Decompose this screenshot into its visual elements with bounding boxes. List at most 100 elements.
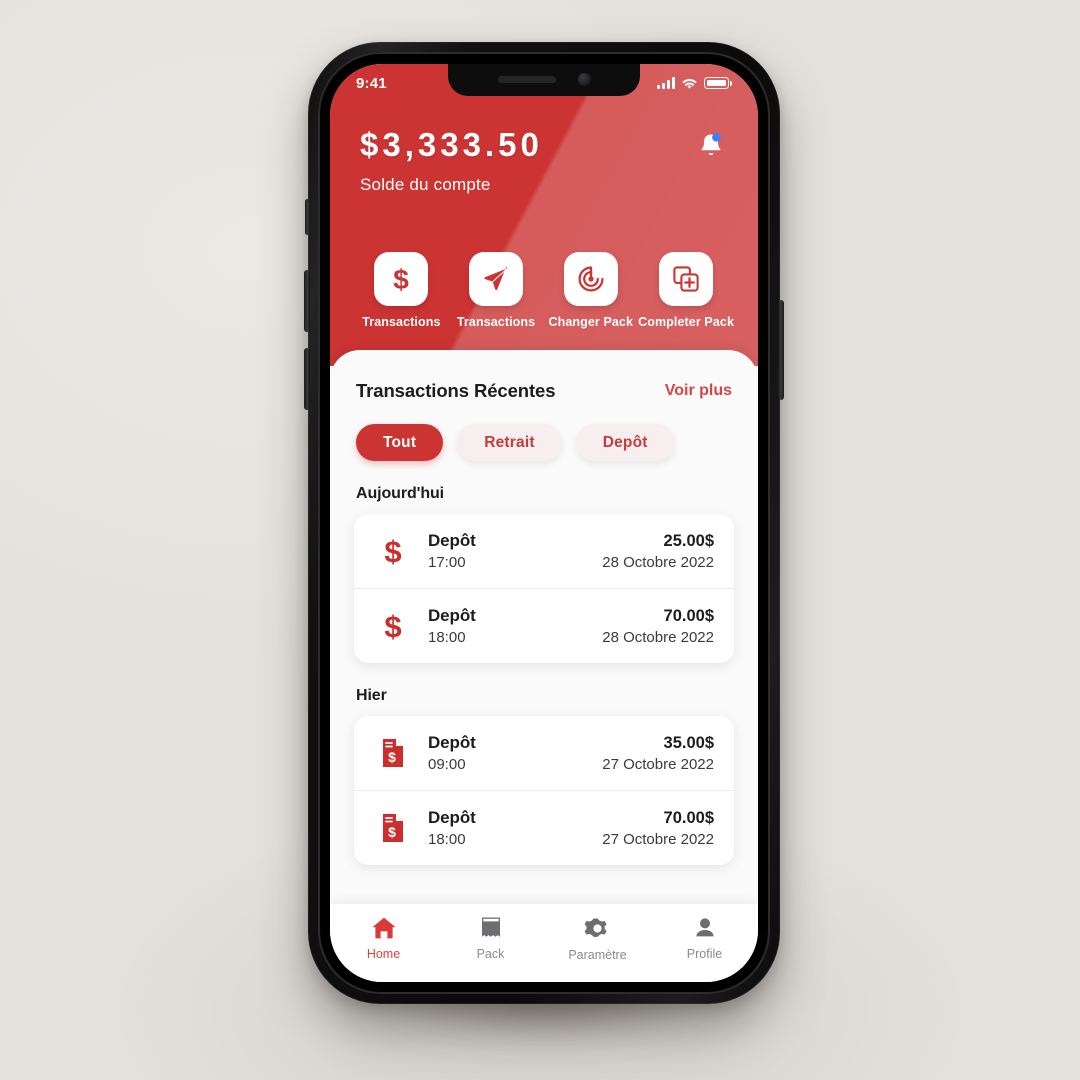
tx-time: 09:00 xyxy=(428,756,466,773)
tx-icon: $ xyxy=(376,737,410,769)
gear-icon xyxy=(585,918,607,937)
action-tile xyxy=(563,252,618,306)
see-more-link[interactable]: Voir plus xyxy=(665,382,732,400)
battery-full-icon xyxy=(704,77,732,89)
table-row[interactable]: $ Depôt 17:00 25.00$ 28 Octobre 2022 xyxy=(354,514,734,588)
tx-main: Depôt 18:00 xyxy=(428,808,584,848)
target-refresh-icon xyxy=(578,266,604,292)
action-completer-pack[interactable]: Completer Pack xyxy=(638,252,734,329)
dollar-icon: $ xyxy=(394,264,410,294)
tx-title: Depôt xyxy=(428,606,476,625)
action-label: Transactions xyxy=(456,315,536,329)
tab-label: Home xyxy=(366,947,401,961)
status-bar-icons xyxy=(657,73,732,90)
action-changer-pack[interactable]: Changer Pack xyxy=(543,252,638,329)
tab-parametre[interactable]: Paramètre xyxy=(556,916,640,962)
tx-title: Depôt xyxy=(428,733,476,752)
phone-power-button[interactable] xyxy=(778,300,784,400)
tx-main: Depôt 09:00 xyxy=(428,733,584,773)
send-icon xyxy=(484,266,508,291)
phone-volume-up-button[interactable] xyxy=(304,270,310,332)
svg-text:$: $ xyxy=(388,824,396,840)
filter-chips: Tout Retrait Depôt xyxy=(330,402,758,461)
tab-label: Paramètre xyxy=(568,948,627,962)
phone-notch xyxy=(448,64,640,96)
earpiece-speaker xyxy=(497,76,556,83)
account-header: 9:41 $3,333.50 Solde du compte $ Transac… xyxy=(330,64,758,366)
action-label: Transactions xyxy=(362,315,441,329)
tx-icon: $ xyxy=(376,534,410,568)
front-camera xyxy=(577,73,591,86)
balance-amount: $3,333.50 xyxy=(360,126,543,163)
filter-chip-retrait[interactable]: Retrait xyxy=(457,424,562,461)
svg-text:$: $ xyxy=(388,749,396,765)
tx-main: Depôt 17:00 xyxy=(428,531,584,571)
tx-meta: 70.00$ 28 Octobre 2022 xyxy=(602,607,714,646)
action-transactions-send[interactable]: Transactions xyxy=(449,252,544,329)
action-tile: $ xyxy=(374,252,429,306)
tx-amount: 70.00$ xyxy=(663,606,714,625)
tx-time: 17:00 xyxy=(428,554,466,571)
status-bar-clock: 9:41 xyxy=(356,74,387,92)
filter-chip-depot[interactable]: Depôt xyxy=(575,424,675,461)
tx-meta: 25.00$ 28 Octobre 2022 xyxy=(602,532,714,571)
tab-profile[interactable]: Profile xyxy=(663,916,747,961)
action-tile xyxy=(659,252,714,306)
svg-text:$: $ xyxy=(384,609,401,643)
tab-pack[interactable]: Pack xyxy=(449,916,533,961)
tx-meta: 35.00$ 27 Octobre 2022 xyxy=(602,734,714,773)
home-icon xyxy=(371,917,396,939)
phone-volume-down-button[interactable] xyxy=(304,348,310,410)
tx-date: 27 Octobre 2022 xyxy=(602,755,714,773)
tx-meta: 70.00$ 27 Octobre 2022 xyxy=(602,809,714,848)
bell-icon xyxy=(701,133,721,156)
invoice-dollar-icon: $ xyxy=(383,739,403,767)
transactions-sheet: Transactions Récentes Voir plus Tout Ret… xyxy=(330,350,758,982)
add-layers-icon xyxy=(673,266,699,292)
table-row[interactable]: $ Depôt 18:00 70.00$ 28 Octobre 2022 xyxy=(354,588,734,663)
bottom-navigation: Home Pack Paramètre Profile xyxy=(330,904,758,982)
balance-row: $3,333.50 Solde du compte xyxy=(330,126,758,195)
dollar-sign-icon: $ xyxy=(384,534,401,568)
invoice-dollar-icon: $ xyxy=(383,814,403,842)
group-label-yesterday: Hier xyxy=(356,687,387,704)
table-row[interactable]: $ Depôt 09:00 35.00$ 27 Octobre 2022 xyxy=(354,716,734,790)
tx-date: 27 Octobre 2022 xyxy=(602,830,714,848)
filter-chip-tout[interactable]: Tout xyxy=(356,424,444,461)
phone-screen: 9:41 $3,333.50 Solde du compte $ Transac… xyxy=(330,64,758,982)
svg-text:$: $ xyxy=(394,264,410,294)
tab-label: Pack xyxy=(476,947,505,961)
signal-bars-icon xyxy=(657,77,675,89)
transactions-header: Transactions Récentes Voir plus xyxy=(330,350,758,402)
transaction-card-yesterday: $ Depôt 09:00 35.00$ 27 Octobre 2022 $ D… xyxy=(354,716,734,865)
dollar-sign-icon: $ xyxy=(384,609,401,643)
tx-time: 18:00 xyxy=(428,831,466,848)
action-tile xyxy=(469,252,524,306)
transaction-card-today: $ Depôt 17:00 25.00$ 28 Octobre 2022 $ D… xyxy=(354,514,734,663)
tx-title: Depôt xyxy=(428,808,476,827)
tx-amount: 25.00$ xyxy=(663,531,714,550)
phone-silent-switch[interactable] xyxy=(305,199,310,235)
action-label: Changer Pack xyxy=(548,315,634,329)
tx-amount: 35.00$ xyxy=(663,733,714,752)
quick-actions: $ Transactions Transactions Changer Pack… xyxy=(330,252,758,329)
tx-icon: $ xyxy=(376,812,410,844)
tab-home[interactable]: Home xyxy=(342,916,426,961)
scene: 9:41 $3,333.50 Solde du compte $ Transac… xyxy=(0,0,1080,1080)
tx-date: 28 Octobre 2022 xyxy=(602,553,714,571)
tx-main: Depôt 18:00 xyxy=(428,606,584,646)
tab-label: Profile xyxy=(686,947,723,961)
tx-time: 18:00 xyxy=(428,629,466,646)
wifi-icon xyxy=(682,78,697,89)
action-transactions-dollar[interactable]: $ Transactions xyxy=(354,252,449,329)
page-title: Transactions Récentes xyxy=(356,380,556,401)
table-row[interactable]: $ Depôt 18:00 70.00$ 27 Octobre 2022 xyxy=(354,790,734,865)
tx-amount: 70.00$ xyxy=(663,808,714,827)
user-icon xyxy=(695,918,714,937)
tx-icon: $ xyxy=(376,609,410,643)
svg-text:$: $ xyxy=(384,534,401,568)
action-label: Completer Pack xyxy=(638,315,734,329)
tx-date: 28 Octobre 2022 xyxy=(602,628,714,646)
balance-label: Solde du compte xyxy=(360,175,491,194)
notification-button[interactable] xyxy=(694,128,728,162)
